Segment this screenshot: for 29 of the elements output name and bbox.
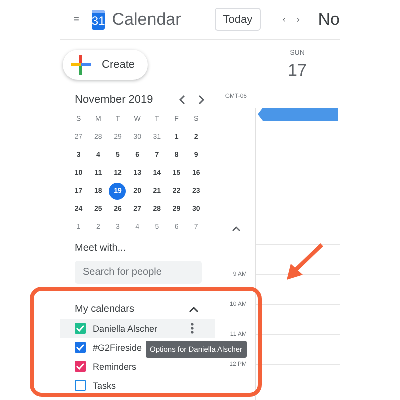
today-button[interactable]: Today (215, 8, 261, 31)
plus-icon (71, 55, 91, 75)
chevron-right-icon[interactable] (198, 95, 205, 105)
check-icon (76, 363, 85, 370)
caret-icon[interactable] (232, 226, 241, 232)
app-title: Calendar (112, 10, 182, 30)
checkbox[interactable] (75, 323, 86, 334)
caret-icon[interactable] (189, 306, 199, 312)
checkbox[interactable] (75, 361, 86, 372)
calendar-name: #G2Fireside (93, 342, 142, 352)
calendar-row[interactable]: Daniella Alscher (60, 319, 215, 338)
day-number: 17 (288, 61, 307, 81)
search-field[interactable]: Search for people (75, 261, 202, 284)
checkbox[interactable] (75, 380, 86, 391)
more-options-icon[interactable] (191, 323, 194, 334)
create-button[interactable]: Create (63, 50, 148, 80)
chevron-left-icon[interactable] (179, 95, 186, 105)
month-title: No (318, 10, 340, 30)
check-icon (76, 325, 85, 332)
section-title: Meet with... (75, 243, 128, 254)
mini-calendar-title: November 2019 (75, 94, 154, 106)
calendar-name: Tasks (93, 380, 116, 390)
check-icon (76, 344, 85, 351)
calendar-logo: 31 (92, 10, 106, 30)
annotation-arrow (285, 242, 325, 282)
calendar-name: Reminders (93, 362, 137, 372)
event-bar[interactable] (258, 108, 338, 121)
checkbox[interactable] (75, 342, 86, 353)
section-title: My calendars (75, 304, 134, 314)
